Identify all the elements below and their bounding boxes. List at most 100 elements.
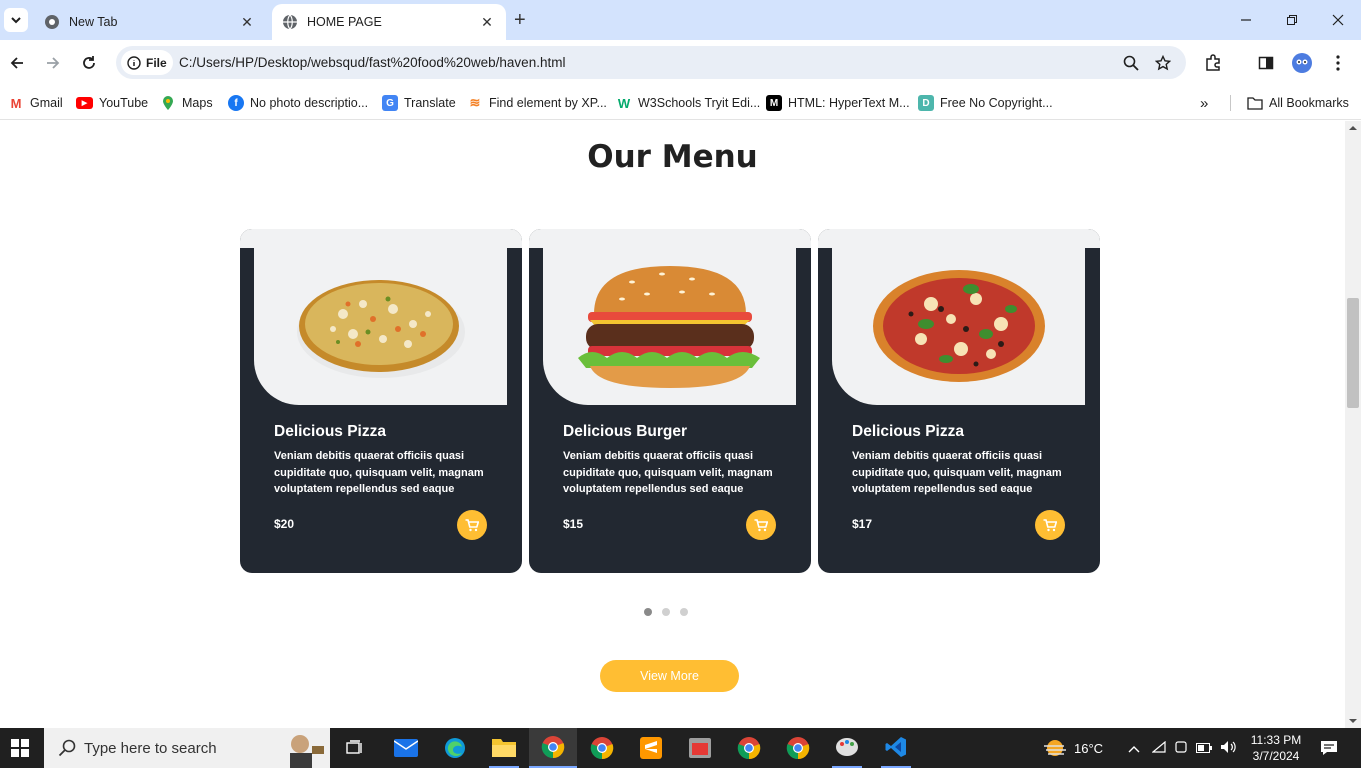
bookmark-star-button[interactable] [1153, 53, 1173, 73]
taskbar-search-box[interactable]: Type here to search [44, 728, 330, 768]
reload-button[interactable] [78, 52, 100, 74]
page-scrollbar[interactable] [1345, 121, 1361, 728]
notification-icon [1321, 741, 1337, 755]
bookmark-stackoverflow[interactable]: ≋ Find element by XP... [467, 93, 607, 113]
bookmark-maps[interactable]: Maps [160, 93, 213, 113]
file-explorer-app[interactable] [489, 728, 519, 768]
tab-title: HOME PAGE [307, 15, 382, 29]
chrome-app-profile-2[interactable] [587, 728, 617, 768]
vscode-app[interactable] [881, 728, 911, 768]
bookmark-label: HTML: HyperText M... [788, 96, 910, 110]
bookmark-gmail[interactable]: M Gmail [8, 93, 63, 113]
back-button[interactable] [6, 52, 28, 74]
app-window[interactable] [685, 728, 715, 768]
edge-app[interactable] [440, 728, 470, 768]
palette-icon [836, 738, 858, 756]
close-window-button[interactable] [1324, 8, 1352, 32]
burger-image [578, 266, 760, 388]
arrow-right-icon [47, 57, 60, 69]
search-highlight-icon [290, 735, 324, 768]
meet-icon[interactable] [1174, 740, 1188, 757]
carousel-dot[interactable] [644, 608, 652, 616]
url-text[interactable]: C:/Users/HP/Desktop/websqud/fast%20food%… [179, 55, 565, 70]
restore-button[interactable] [1278, 8, 1306, 32]
clock[interactable]: 11:33 PM 3/7/2024 [1248, 732, 1304, 764]
close-tab-icon[interactable]: ✕ [478, 13, 496, 31]
close-tab-icon[interactable]: ✕ [238, 13, 256, 31]
chrome-app-profile-3[interactable] [734, 728, 764, 768]
add-to-cart-button[interactable] [457, 510, 487, 540]
menu-card: Delicious Pizza Veniam debitis quaerat o… [818, 229, 1100, 573]
carousel-dot[interactable] [662, 608, 670, 616]
tab-search-button[interactable] [4, 8, 28, 32]
paint-app[interactable] [832, 728, 862, 768]
bookmark-label: YouTube [99, 96, 149, 110]
forward-button[interactable] [42, 52, 64, 74]
carousel-dots [644, 608, 688, 616]
puzzle-icon [1206, 54, 1220, 71]
view-more-button[interactable]: View More [600, 660, 739, 692]
scroll-down-icon[interactable] [1345, 716, 1361, 726]
tab-home-page[interactable]: HOME PAGE ✕ [272, 4, 506, 40]
pizza-image [872, 270, 1045, 382]
mail-app[interactable] [391, 728, 421, 768]
battery-icon[interactable] [1196, 741, 1212, 756]
maps-icon [160, 95, 176, 111]
close-icon [1332, 14, 1344, 26]
bookmark-w3schools[interactable]: W W3Schools Tryit Edi... [616, 93, 760, 113]
card-image-box [254, 248, 507, 405]
bookmark-mdn[interactable]: M HTML: HyperText M... [766, 93, 910, 113]
site-info-chip[interactable]: File [121, 50, 173, 75]
chrome-menu-button[interactable] [1327, 52, 1349, 74]
new-tab-button[interactable]: + [514, 10, 526, 30]
bookmark-label: No photo descriptio... [250, 96, 369, 110]
weather-sun-icon [1044, 740, 1066, 756]
start-button[interactable] [0, 728, 40, 768]
all-bookmarks-button[interactable]: All Bookmarks [1247, 93, 1349, 113]
sublime-text-app[interactable] [636, 728, 666, 768]
card-description: Veniam debitis quaerat officiis quasi cu… [852, 450, 1062, 495]
carousel-dot[interactable] [680, 608, 688, 616]
arrow-left-icon [10, 57, 23, 69]
volume-icon[interactable] [1220, 740, 1236, 757]
wifi-icon[interactable] [1151, 740, 1166, 756]
chrome-app-profile-4[interactable] [783, 728, 813, 768]
kebab-menu-icon [1336, 55, 1340, 71]
w3schools-icon: W [617, 95, 631, 111]
more-bookmarks-button[interactable]: » [1200, 93, 1208, 113]
system-tray[interactable] [1128, 728, 1236, 768]
add-to-cart-button[interactable] [1035, 510, 1065, 540]
profile-avatar[interactable] [1291, 52, 1313, 74]
bookmark-label: Maps [182, 96, 213, 110]
extensions-button[interactable] [1202, 52, 1224, 74]
cart-icon [754, 518, 768, 531]
minimize-button[interactable] [1232, 8, 1260, 32]
bookmark-free-no-copyright[interactable]: D Free No Copyright... [918, 93, 1053, 113]
scroll-up-icon[interactable] [1345, 123, 1361, 133]
bookmark-label: Free No Copyright... [940, 96, 1053, 110]
chrome-app-active[interactable] [529, 728, 577, 768]
notifications-button[interactable] [1314, 728, 1344, 768]
bookmark-translate[interactable]: G Translate [382, 93, 456, 113]
task-view-button[interactable] [341, 728, 369, 768]
chrome-icon [786, 737, 810, 760]
mdn-icon: M [766, 95, 782, 111]
bookmark-facebook[interactable]: f No photo descriptio... [228, 93, 368, 113]
side-panel-button[interactable] [1255, 52, 1277, 74]
chevron-up-icon[interactable] [1128, 741, 1140, 756]
tab-new-tab[interactable]: New Tab ✕ [34, 4, 266, 40]
add-to-cart-button[interactable] [746, 510, 776, 540]
menu-card: Delicious Pizza Veniam debitis quaerat o… [240, 229, 522, 573]
card-top-band [818, 229, 1100, 248]
bookmark-label: W3Schools Tryit Edi... [638, 96, 761, 110]
address-bar[interactable]: File C:/Users/HP/Desktop/websqud/fast%20… [116, 46, 1186, 79]
weather-widget[interactable]: 16°C [1042, 728, 1103, 768]
bookmark-label: Translate [404, 96, 456, 110]
tab-strip: New Tab ✕ HOME PAGE ✕ + [0, 0, 1361, 40]
chrome-icon [44, 14, 60, 30]
card-price: $17 [852, 517, 873, 531]
card-title: Delicious Pizza [852, 423, 964, 440]
scrollbar-thumb[interactable] [1347, 298, 1359, 408]
zoom-button[interactable] [1121, 53, 1141, 73]
bookmark-youtube[interactable]: ▶ YouTube [76, 93, 148, 113]
